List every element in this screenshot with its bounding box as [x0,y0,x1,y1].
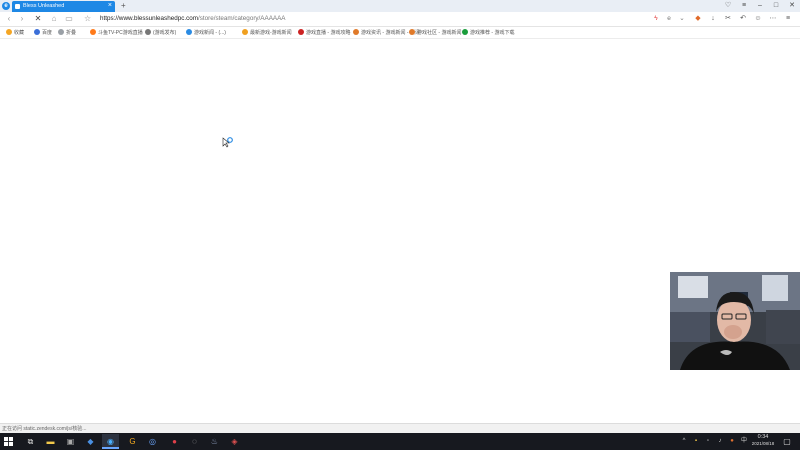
navigation-bar: ‹ › ✕ ⌂ ▭ ☆ https://www.blessunleashedpc… [0,12,800,27]
bookmark-item[interactable]: 游戏推荐 - 游戏下载 [462,29,514,37]
bookmark-label: 游戏直播 - 游戏攻略 [306,30,351,36]
volume-icon[interactable]: ♪ [716,436,724,446]
browser-taskbar-icon[interactable]: ◉ [102,434,119,449]
windows-taskbar: ⧉ ▬ ▣ ◆ ◉ G ◎ ● ◌ ♨ ◈ ^ ▪ ▫ ♪ ● 中 0:34 2… [0,433,800,450]
bookmark-label: 游戏推荐 - 游戏下载 [470,30,515,36]
taskbar-clock[interactable]: 0:34 2021/08/18 [748,434,778,447]
stop-loading-button[interactable]: ✕ [32,13,44,25]
home-button[interactable]: ⌂ [48,13,60,25]
bookmark-label: 折叠 [66,30,77,36]
bookmark-label: 游戏新闻 - (...) [194,30,226,36]
browser-titlebar: e Bless Unleashed × + ♡ ≡ – □ ✕ [0,0,800,12]
app-icon-g[interactable]: G [124,434,141,449]
tab-favicon-icon [15,4,20,9]
tray-app-icon-2[interactable]: ▫ [704,436,712,446]
pin-icon [409,29,415,35]
bookmark-label: (游戏发布) [153,30,177,36]
new-tab-button[interactable]: + [121,1,126,11]
url-path: /store/steam/category/AAAAAA [198,15,286,22]
pin-icon [353,29,359,35]
live-icon [298,29,304,35]
windows-start-icon[interactable] [4,437,13,446]
status-bar: 正在访问 static.zendesk.com/js/核验... [0,423,800,433]
notification-icon[interactable]: ▢ [782,436,792,447]
bookmark-label: 游戏社区 - 游戏新闻 [417,30,462,36]
folder-icon [58,29,64,35]
undo-icon[interactable]: ↶ [737,13,749,25]
netease-music-icon[interactable]: ● [166,434,183,449]
system-tray: ^ ▪ ▫ ♪ ● 中 [680,436,748,446]
baidu-icon [34,29,40,35]
skin-icon[interactable]: ♡ [720,0,736,12]
grid-icon [462,29,468,35]
steam-icon[interactable]: ♨ [206,434,223,449]
browser-logo-icon[interactable]: e [2,2,10,10]
bookmark-item[interactable]: 游戏社区 - 游戏新闻 [409,29,461,37]
forward-button[interactable]: › [16,13,28,25]
more-icon[interactable]: ⋯ [767,13,779,25]
app-icon-4[interactable]: ◈ [226,434,243,449]
bookmark-item[interactable]: (游戏发布) [145,29,176,37]
bookmark-item[interactable]: 收藏 [6,29,24,37]
compat-mode-icon[interactable]: e [665,14,673,24]
maximize-button[interactable]: □ [768,0,784,12]
restore-tab-button[interactable]: ▭ [63,13,75,25]
screenshot-icon[interactable]: ✂ [722,13,734,25]
ime-icon[interactable]: 中 [740,436,748,446]
app-icon-2[interactable]: ◎ [144,434,161,449]
status-text: 正在访问 static.zendesk.com/js/核验... [2,426,87,432]
tab-bless-unleashed[interactable]: Bless Unleashed × [12,1,115,12]
bookmark-label: 百度 [42,30,53,36]
bookmark-label: 最新游戏-游戏新闻 [250,30,292,36]
extensions-icon[interactable]: ☺ [752,13,764,25]
browser-toolbar: ◆ ↓ ✂ ↶ ☺ ⋯ ≡ [692,13,794,25]
webcam-image [670,272,800,370]
bookmark-label: 斗鱼TV-PC游戏直播 [98,30,143,36]
menu-icon[interactable]: ≡ [736,0,752,12]
news-icon [186,29,192,35]
tray-app-icon-3[interactable]: ● [728,436,736,446]
address-actions: ϟ e ⌄ [652,14,686,24]
douyu-icon [90,29,96,35]
main-menu-icon[interactable]: ≡ [782,13,794,25]
tray-expand-icon[interactable]: ^ [680,436,688,446]
app-icon-3[interactable]: ◌ [186,434,203,449]
clock-time: 0:34 [757,434,769,440]
window-controls: ♡ ≡ – □ ✕ [720,0,800,12]
streamer-webcam [670,272,800,370]
bookmark-item[interactable]: 折叠 [58,29,76,37]
close-window-button[interactable]: ✕ [784,0,800,12]
url-text[interactable]: https://www.blessunleashedpc.com/store/s… [100,13,286,25]
loading-cursor-icon [222,137,233,148]
address-bar[interactable]: ☆ https://www.blessunleashedpc.com/store… [80,13,640,25]
bookmark-label: 收藏 [14,30,25,36]
task-view-icon[interactable]: ⧉ [22,434,39,449]
bookmark-item[interactable]: 游戏直播 - 游戏攻略 [298,29,350,37]
url-host: https://www.blessunleashedpc.com [100,15,199,22]
star-icon [6,29,12,35]
photos-icon[interactable]: ▣ [62,434,79,449]
tab-title: Bless Unleashed [23,3,65,9]
lightning-icon[interactable]: ϟ [652,14,660,24]
file-explorer-icon[interactable]: ▬ [42,434,59,449]
minimize-button[interactable]: – [752,0,768,12]
tab-close-icon[interactable]: × [108,2,112,10]
bookmark-item[interactable]: 最新游戏-游戏新闻 [242,29,292,37]
game-center-icon[interactable]: ◆ [692,13,704,25]
address-dropdown-icon[interactable]: ⌄ [678,14,686,24]
bookmark-item[interactable]: 斗鱼TV-PC游戏直播 [90,29,143,37]
bookmarks-bar: 收藏 百度 折叠 斗鱼TV-PC游戏直播 (游戏发布) 游戏新闻 - (...) 最新游戏-… [0,27,800,39]
globe-icon [145,29,151,35]
bookmark-item[interactable]: 百度 [34,29,52,37]
bookmark-star-icon[interactable]: ☆ [84,13,91,25]
clock-date: 2021/08/18 [751,441,775,446]
bookmark-item[interactable]: 游戏新闻 - (...) [186,29,226,37]
app-icon-1[interactable]: ◆ [82,434,99,449]
download-icon[interactable]: ↓ [707,13,719,25]
tray-app-icon-1[interactable]: ▪ [692,436,700,446]
gamepad-icon [242,29,248,35]
back-button[interactable]: ‹ [3,13,15,25]
